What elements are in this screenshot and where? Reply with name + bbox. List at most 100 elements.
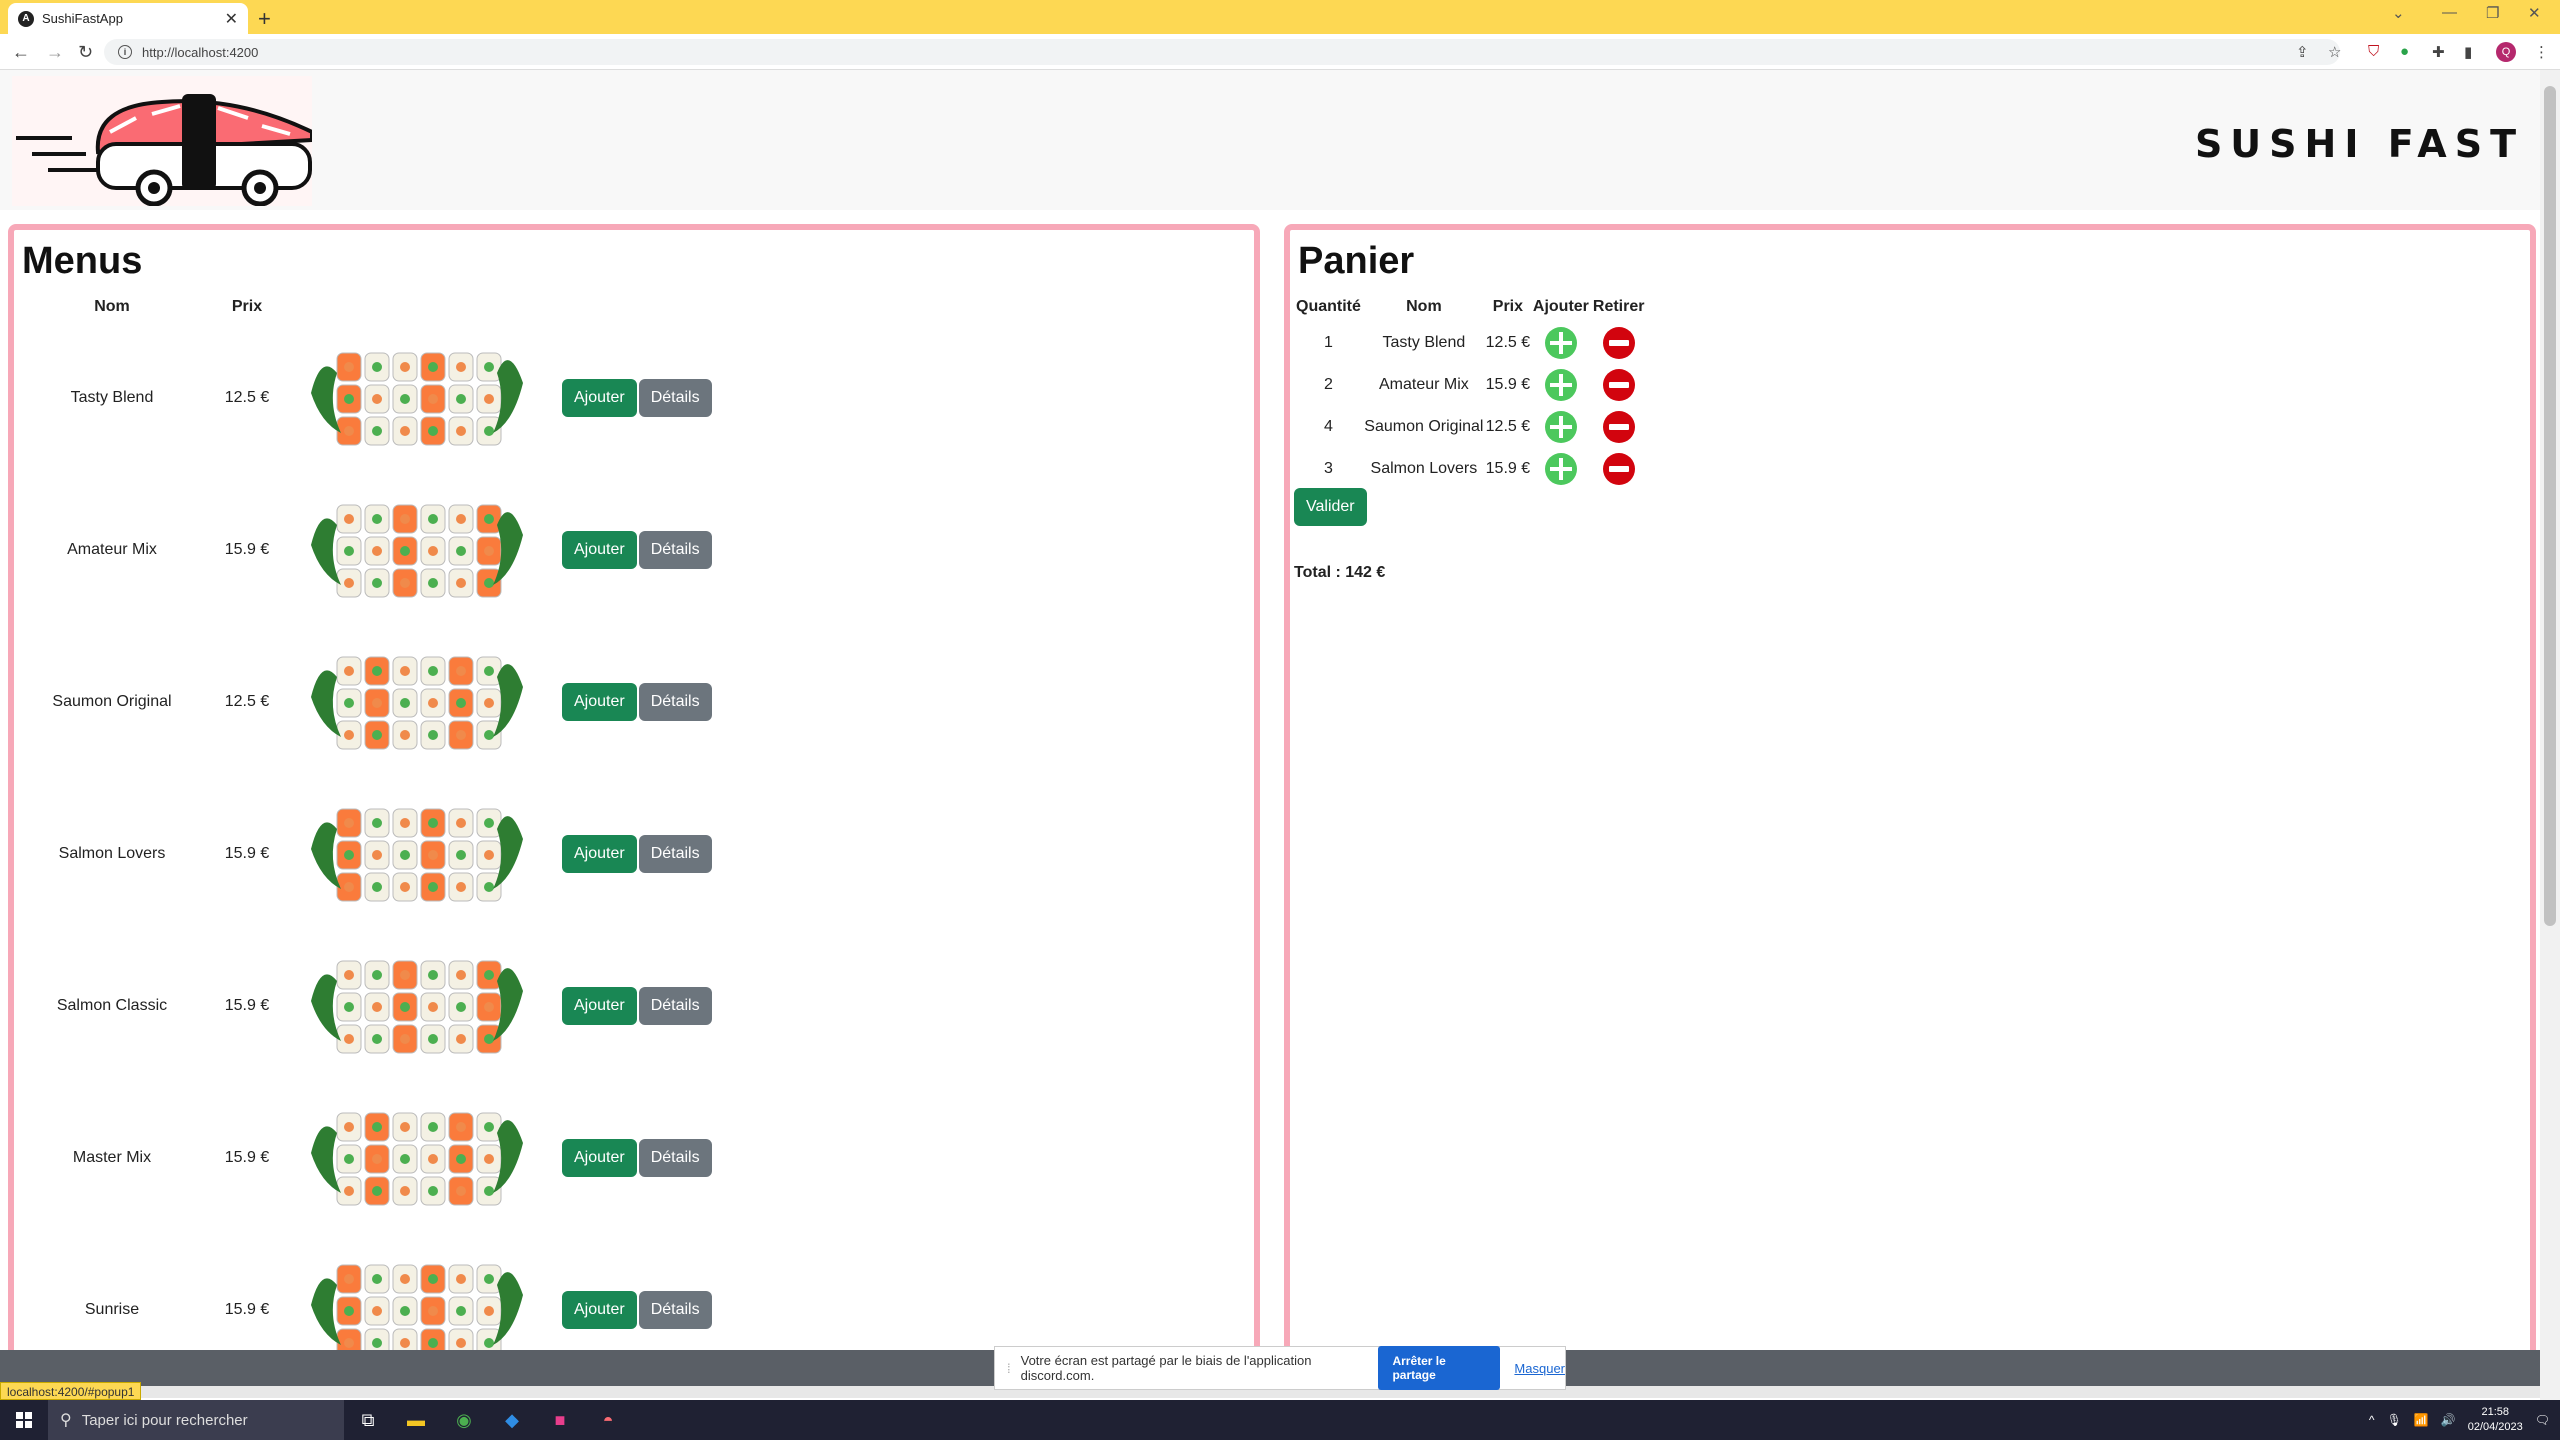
details-button[interactable]: Détails xyxy=(638,379,712,417)
vscode-icon[interactable]: ◆ xyxy=(488,1400,536,1440)
taskbar-search[interactable]: ⚲ Taper ici pour rechercher xyxy=(48,1400,344,1440)
task-view-icon[interactable]: ⧉ xyxy=(344,1400,392,1440)
remove-minus-icon[interactable] xyxy=(1602,327,1635,359)
panier-nom: Saumon Original xyxy=(1364,418,1484,435)
search-icon: ⚲ xyxy=(60,1412,72,1429)
address-bar: ← → ↻ i http://localhost:4200 ⇪ ☆ ⛉ ● ✚ … xyxy=(0,34,2560,70)
clock[interactable]: 21:58 02/04/2023 xyxy=(2468,1405,2523,1435)
sushi-app-icon[interactable]: ◓ xyxy=(584,1400,632,1440)
clock-time: 21:58 xyxy=(2481,1406,2509,1418)
remove-minus-icon[interactable] xyxy=(1602,369,1635,401)
ajouter-button[interactable]: Ajouter xyxy=(562,1291,637,1329)
col-prix: Prix xyxy=(231,298,263,315)
panier-panel: Panier Quantité Nom Prix Ajouter Retirer… xyxy=(1284,224,2536,1350)
sushi-fast-logo[interactable] xyxy=(12,76,314,207)
file-explorer-icon[interactable]: ▬ xyxy=(392,1400,440,1440)
close-tab-icon[interactable]: ✕ xyxy=(225,9,238,29)
panier-quantite: 2 xyxy=(1323,376,1333,393)
menu-item-price: 12.5 € xyxy=(224,693,270,710)
shield-icon[interactable]: ⛉ xyxy=(2368,43,2379,60)
remove-minus-icon[interactable] xyxy=(1602,411,1635,443)
site-header: SUSHI FAST xyxy=(0,70,2540,210)
details-button[interactable]: Détails xyxy=(638,683,712,721)
menus-table: Nom Prix Tasty Blend 12.5 € Ajouter Détai… xyxy=(22,292,862,1350)
details-button[interactable]: Détails xyxy=(638,531,712,569)
menu-item-price: 15.9 € xyxy=(224,1301,270,1318)
vertical-scroll-thumb[interactable] xyxy=(2544,86,2556,926)
hide-link[interactable]: Masquer xyxy=(1514,1361,1565,1376)
chrome-icon[interactable]: ◉ xyxy=(440,1400,488,1440)
menu-item-price: 12.5 € xyxy=(224,389,270,406)
ajouter-button[interactable]: Ajouter xyxy=(562,987,637,1025)
microphone-icon[interactable]: 🎙 xyxy=(2387,1413,2402,1427)
panier-nom: Tasty Blend xyxy=(1382,334,1466,351)
profile-avatar[interactable]: Q xyxy=(2496,42,2516,62)
bookmark-star-icon[interactable]: ☆ xyxy=(2328,43,2341,61)
col-prix: Prix xyxy=(1492,298,1524,315)
brand-title: SUSHI FAST xyxy=(2194,122,2524,166)
share-icon[interactable]: ⇪ xyxy=(2296,43,2309,61)
volume-icon[interactable]: 🔊 xyxy=(2441,1413,2456,1427)
valider-button[interactable]: Valider xyxy=(1294,488,1367,526)
network-icon[interactable]: 📶 xyxy=(2414,1413,2429,1427)
menu-item-name: Salmon Lovers xyxy=(58,845,166,862)
jetbrains-icon[interactable]: ■ xyxy=(536,1400,584,1440)
stop-sharing-button[interactable]: Arrêter le partage xyxy=(1378,1346,1501,1390)
menu-item-price: 15.9 € xyxy=(224,845,270,862)
extensions-puzzle-icon[interactable]: ✚ xyxy=(2432,43,2445,61)
back-icon[interactable]: ← xyxy=(12,42,30,63)
windows-taskbar: ⚲ Taper ici pour rechercher ⧉ ▬ ◉ ◆ ■ ◓ … xyxy=(0,1400,2560,1440)
add-plus-icon[interactable] xyxy=(1544,411,1577,443)
panier-prix: 15.9 € xyxy=(1485,376,1531,393)
panier-nom: Salmon Lovers xyxy=(1370,460,1478,477)
site-info-icon[interactable]: i xyxy=(118,45,132,59)
remove-minus-icon[interactable] xyxy=(1602,453,1635,485)
minimize-icon[interactable]: — xyxy=(2442,4,2457,21)
notification-icon[interactable]: 🗨 xyxy=(2535,1413,2550,1427)
side-panel-icon[interactable]: ▮ xyxy=(2464,43,2472,61)
angular-icon: A xyxy=(18,10,34,27)
details-button[interactable]: Détails xyxy=(638,1291,712,1329)
menu-item-price: 15.9 € xyxy=(224,541,270,558)
menu-item-image xyxy=(311,1264,523,1350)
vertical-scrollbar[interactable] xyxy=(2540,70,2560,1400)
menu-row: Salmon Classic 15.9 € Ajouter Détails xyxy=(22,930,862,1082)
details-button[interactable]: Détails xyxy=(638,987,712,1025)
tray-chevron-icon[interactable]: ^ xyxy=(2369,1413,2375,1427)
url-input[interactable]: i http://localhost:4200 xyxy=(104,39,2340,65)
panier-row: 2 Amateur Mix 15.9 € xyxy=(1294,364,1646,406)
add-plus-icon[interactable] xyxy=(1544,453,1577,485)
new-tab-icon[interactable]: + xyxy=(258,6,271,32)
ajouter-button[interactable]: Ajouter xyxy=(562,683,637,721)
panier-prix: 12.5 € xyxy=(1485,418,1531,435)
details-button[interactable]: Détails xyxy=(638,1139,712,1177)
col-nom: Nom xyxy=(1406,298,1442,315)
close-window-icon[interactable]: ✕ xyxy=(2528,4,2541,22)
page: SUSHI FAST Menus Nom Prix Tasty Blend 12… xyxy=(0,70,2540,1350)
drag-grip-icon[interactable]: ⁞ xyxy=(1007,1361,1011,1376)
add-plus-icon[interactable] xyxy=(1544,327,1577,359)
menu-kebab-icon[interactable]: ⋮ xyxy=(2534,43,2549,61)
ajouter-button[interactable]: Ajouter xyxy=(562,1139,637,1177)
ajouter-button[interactable]: Ajouter xyxy=(562,531,637,569)
menu-item-image xyxy=(311,960,523,1054)
menu-item-image xyxy=(311,656,523,750)
panier-quantite: 4 xyxy=(1323,418,1333,435)
restore-icon[interactable]: ❐ xyxy=(2486,4,2499,22)
browser-tab[interactable]: A SushiFastApp ✕ xyxy=(8,3,248,34)
add-plus-icon[interactable] xyxy=(1544,369,1577,401)
reload-icon[interactable]: ↻ xyxy=(78,42,93,63)
extension-green-icon[interactable]: ● xyxy=(2400,43,2409,60)
menu-item-name: Amateur Mix xyxy=(67,541,157,558)
col-retirer: Retirer xyxy=(1592,298,1645,315)
details-button[interactable]: Détails xyxy=(638,835,712,873)
forward-icon[interactable]: → xyxy=(46,42,64,63)
ajouter-button[interactable]: Ajouter xyxy=(562,835,637,873)
ajouter-button[interactable]: Ajouter xyxy=(562,379,637,417)
menu-item-name: Sunrise xyxy=(84,1301,140,1318)
menus-title: Menus xyxy=(22,240,143,282)
menu-row: Salmon Lovers 15.9 € Ajouter Détails xyxy=(22,778,862,930)
tab-search-icon[interactable]: ⌄ xyxy=(2392,4,2405,22)
start-button[interactable] xyxy=(0,1400,48,1440)
panier-prix: 15.9 € xyxy=(1485,460,1531,477)
